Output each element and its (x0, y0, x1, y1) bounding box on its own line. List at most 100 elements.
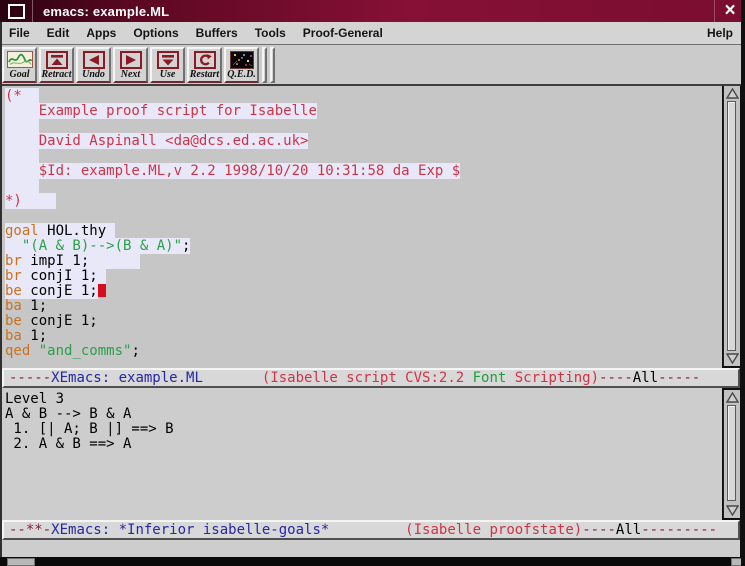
code-line[interactable]: be conjE 1; (5, 284, 722, 299)
toolbar-button-label: Undo (82, 69, 105, 80)
modeline-segment: Font (473, 370, 507, 386)
scrollbar-goals (723, 390, 740, 518)
code-segment: be (5, 283, 22, 299)
goals-buffer[interactable]: Level 3A & B --> B & A 1. [| A; B |] ==>… (2, 388, 722, 520)
scrollbar-script (723, 86, 740, 366)
scroll-up-arrow-icon[interactable] (725, 391, 739, 404)
modeline-segment: Scripting) (506, 370, 599, 386)
goals-line[interactable]: A & B --> B & A (5, 407, 722, 422)
scroll-down-arrow-icon[interactable] (725, 352, 739, 365)
code-line[interactable]: br impI 1; (5, 254, 722, 269)
code-line[interactable]: $Id: example.ML,v 2.2 1998/10/20 10:31:5… (5, 164, 722, 179)
scroll-up-arrow-icon[interactable] (725, 87, 739, 100)
next-icon (120, 50, 142, 69)
menu-item-edit[interactable]: Edit (46, 26, 71, 40)
scroll-thumb[interactable] (727, 101, 736, 351)
code-line[interactable]: *) (5, 194, 722, 209)
code-segment: Example proof script for Isabelle (39, 103, 317, 119)
code-segment: conjI 1; (22, 268, 106, 284)
toolbar-button-use[interactable]: Use (150, 47, 185, 83)
modeline-goals-buffer[interactable]: --**-XEmacs: *Inferior isabelle-goals* (… (2, 520, 740, 540)
code-segment: br (5, 268, 22, 284)
code-segment: ba (5, 328, 22, 344)
code-line[interactable]: br conjI 1; (5, 269, 722, 284)
modeline-segment (329, 522, 405, 538)
code-segment (5, 163, 39, 179)
code-segment (5, 178, 39, 194)
code-segment: br (5, 253, 22, 269)
toolbar-button-retract[interactable]: Retract (39, 47, 74, 83)
toolbar-button-label: Next (121, 69, 140, 80)
code-line[interactable] (5, 209, 722, 224)
code-line[interactable]: ba 1; (5, 299, 722, 314)
menu-item-apps[interactable]: Apps (85, 26, 117, 40)
modeline-segment (203, 370, 262, 386)
goals-line[interactable]: 1. [| A; B |] ==> B (5, 422, 722, 437)
menu-item-file[interactable]: File (8, 26, 31, 40)
goal-logo-icon (7, 50, 33, 69)
window-menu-icon[interactable] (8, 4, 25, 19)
toolbar-button-label: Q.E.D. (227, 69, 256, 80)
scroll-down-arrow-icon[interactable] (725, 504, 739, 517)
goals-line[interactable]: 2. A & B ==> A (5, 437, 722, 452)
toolbar-button-undo[interactable]: Undo (76, 47, 111, 83)
modeline-segment: All (616, 522, 641, 538)
proof-script-buffer[interactable]: (* Example proof script for Isabelle Dav… (2, 86, 722, 368)
modeline-script-buffer[interactable]: -----XEmacs: example.ML (Isabelle script… (2, 368, 740, 388)
code-segment: David Aspinall <da@dcs.ed.ac.uk> (39, 133, 309, 149)
window-title: emacs: example.ML (43, 4, 169, 19)
code-segment: be (5, 313, 22, 329)
toolbar-button-label: Use (160, 69, 176, 80)
code-line[interactable] (5, 149, 722, 164)
menu-item-proof-general[interactable]: Proof-General (302, 26, 384, 40)
toolbar-separator (262, 47, 267, 83)
frame-right-edge (741, 0, 745, 566)
menu-item-options[interactable]: Options (132, 26, 179, 40)
code-line[interactable]: goal HOL.thy (5, 224, 722, 239)
code-segment: "and_comms" (39, 343, 132, 359)
code-segment (30, 343, 38, 359)
code-line[interactable] (5, 179, 722, 194)
modeline-segment: ---- (599, 370, 633, 386)
titlebar-divider (32, 0, 33, 22)
toolbar-separator (270, 47, 275, 83)
code-segment: *) (5, 193, 56, 209)
code-line[interactable]: David Aspinall <da@dcs.ed.ac.uk> (5, 134, 722, 149)
restart-icon (194, 50, 216, 69)
menu-item-help[interactable]: Help (707, 26, 733, 40)
titlebar[interactable]: emacs: example.ML × (0, 0, 745, 22)
code-line[interactable]: (* (5, 89, 722, 104)
code-segment: $Id: example.ML,v 2.2 1998/10/20 10:31:5… (39, 163, 460, 179)
goals-line[interactable]: Level 3 (5, 392, 722, 407)
menu-item-buffers[interactable]: Buffers (195, 26, 239, 40)
code-line[interactable]: ba 1; (5, 329, 722, 344)
code-line[interactable]: "(A & B)-->(B & A)"; (5, 239, 722, 254)
code-segment: conjE 1; (22, 313, 98, 329)
menu-item-tools[interactable]: Tools (254, 26, 287, 40)
code-line[interactable]: be conjE 1; (5, 314, 722, 329)
modeline-segment: --------- (641, 522, 717, 538)
toolbar-button-next[interactable]: Next (113, 47, 148, 83)
resize-handle-left[interactable] (7, 558, 35, 566)
toolbar-button-label: Goal (10, 69, 30, 80)
code-segment: ; (182, 238, 190, 254)
frame-bottom-edge (0, 557, 745, 566)
code-line[interactable]: Example proof script for Isabelle (5, 104, 722, 119)
code-segment: impI 1; (22, 253, 140, 269)
code-line[interactable] (5, 119, 722, 134)
code-line[interactable]: qed "and_comms"; (5, 344, 722, 359)
code-segment: (* (5, 88, 39, 104)
toolbar-button-restart[interactable]: Restart (187, 47, 222, 83)
frame-left-edge (0, 22, 2, 557)
menubar: File Edit Apps Options Buffers Tools Proof-Gen… (0, 22, 745, 45)
code-segment: goal (5, 223, 39, 239)
code-segment (5, 118, 39, 134)
modeline-segment: --**- (9, 522, 51, 538)
toolbar-button-goal[interactable]: Goal (2, 47, 37, 83)
code-segment (5, 238, 22, 254)
toolbar-button-qed[interactable]: Q.E.D. (224, 47, 259, 83)
code-segment (5, 103, 39, 119)
modeline-segment: XEmacs: *Inferior isabelle-goals* (51, 522, 329, 538)
scroll-thumb[interactable] (727, 405, 736, 501)
echo-area-minibuffer[interactable] (2, 540, 740, 557)
